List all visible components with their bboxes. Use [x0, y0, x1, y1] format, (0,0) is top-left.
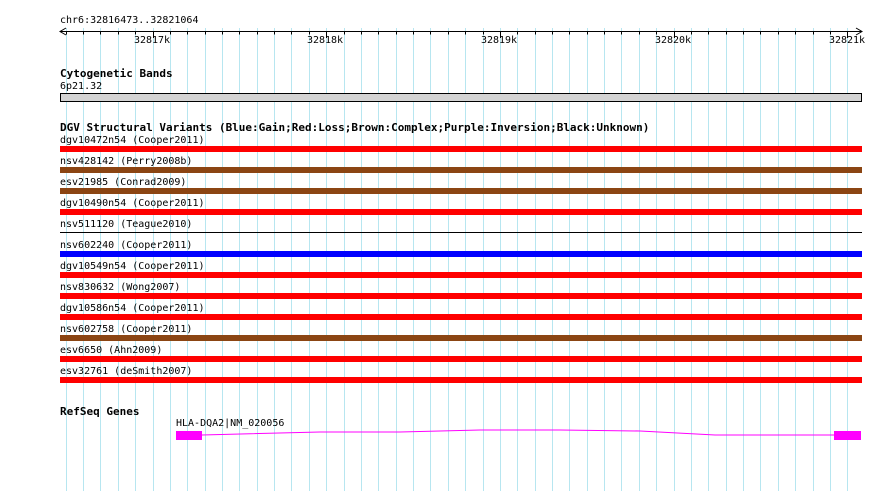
- ruler-tick-label: 32818k: [306, 35, 344, 46]
- dgv-variant-bar-unknown[interactable]: [60, 232, 862, 233]
- dgv-variant-label[interactable]: nsv602758 (Cooper2011): [60, 324, 192, 335]
- dgv-variant-bar-gain[interactable]: [60, 251, 862, 257]
- ruler-tick-label: 32819k: [480, 35, 518, 46]
- dgv-track-title: DGV Structural Variants (Blue:Gain;Red:L…: [60, 121, 650, 134]
- dgv-variant-label[interactable]: nsv511120 (Teague2010): [60, 219, 192, 230]
- ruler-tick-label: 32817k: [133, 35, 171, 46]
- dgv-variant-label[interactable]: dgv10586n54 (Cooper2011): [60, 303, 205, 314]
- refseq-gene-model[interactable]: [0, 425, 890, 445]
- dgv-variant-bar-complex[interactable]: [60, 335, 862, 341]
- cytoband-bar[interactable]: [60, 93, 862, 102]
- dgv-variant-bar-loss[interactable]: [60, 377, 862, 383]
- dgv-variant-label[interactable]: esv32761 (deSmith2007): [60, 366, 192, 377]
- dgv-variant-bar-loss[interactable]: [60, 146, 862, 152]
- exon-block: [176, 431, 202, 440]
- dgv-variant-bar-loss[interactable]: [60, 356, 862, 362]
- dgv-variant-label[interactable]: nsv602240 (Cooper2011): [60, 240, 192, 251]
- refseq-track-title: RefSeq Genes: [60, 405, 140, 418]
- dgv-variant-label[interactable]: esv21985 (Conrad2009): [60, 177, 186, 188]
- cytoband-track-title: Cytogenetic Bands: [60, 67, 173, 80]
- exon-block: [834, 431, 861, 440]
- dgv-variant-bar-complex[interactable]: [60, 167, 862, 173]
- dgv-variant-label[interactable]: nsv428142 (Perry2008b): [60, 156, 192, 167]
- dgv-variant-label[interactable]: nsv830632 (Wong2007): [60, 282, 180, 293]
- dgv-variant-label[interactable]: dgv10549n54 (Cooper2011): [60, 261, 205, 272]
- dgv-variant-bar-complex[interactable]: [60, 188, 862, 194]
- dgv-variant-bar-loss[interactable]: [60, 272, 862, 278]
- dgv-variant-bar-loss[interactable]: [60, 314, 862, 320]
- dgv-variant-bar-loss[interactable]: [60, 293, 862, 299]
- dgv-variant-bar-loss[interactable]: [60, 209, 862, 215]
- dgv-variant-label[interactable]: dgv10490n54 (Cooper2011): [60, 198, 205, 209]
- dgv-variant-label[interactable]: esv6650 (Ahn2009): [60, 345, 162, 356]
- dgv-variant-label[interactable]: dgv10472n54 (Cooper2011): [60, 135, 205, 146]
- ruler-tick-label: 32821k: [828, 35, 866, 46]
- ruler-tick-label: 32820k: [654, 35, 692, 46]
- cytoband-label: 6p21.32: [60, 81, 103, 92]
